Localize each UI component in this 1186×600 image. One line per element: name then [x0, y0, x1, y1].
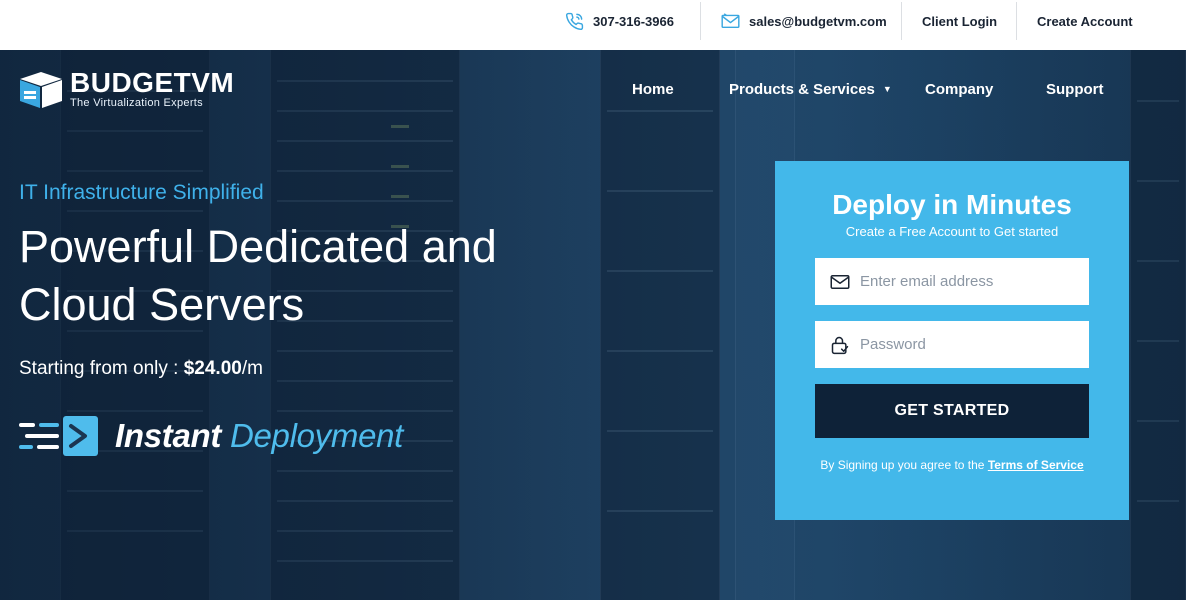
nav-support[interactable]: Support — [1046, 78, 1104, 100]
nav-company-label: Company — [925, 80, 994, 98]
chevron-down-icon: ▼ — [882, 84, 892, 94]
nav-products-services[interactable]: Products & Services ▼ — [729, 78, 892, 100]
terms-of-service-link[interactable]: Terms of Service — [988, 458, 1084, 472]
password-input[interactable] — [860, 336, 1080, 353]
create-account-link[interactable]: Create Account — [1037, 0, 1133, 42]
signup-subtitle: Create a Free Account to Get started — [845, 224, 1059, 239]
phone-link[interactable]: 307-316-3966 — [565, 0, 674, 42]
nav-products-label: Products & Services — [729, 80, 875, 98]
phone-number: 307-316-3966 — [593, 13, 674, 29]
nav-company[interactable]: Company — [925, 78, 993, 100]
instant-word: Instant — [115, 417, 222, 454]
get-started-button[interactable]: GET STARTED — [815, 384, 1089, 438]
email-input[interactable] — [860, 273, 1080, 290]
nav-support-label: Support — [1046, 80, 1104, 98]
password-field-wrapper — [815, 321, 1089, 368]
price-suffix: /m — [241, 358, 263, 379]
starting-price: Starting from only : $24.00/m — [19, 358, 263, 380]
fast-server-icon — [19, 416, 98, 456]
logo-name: BUDGETVM — [70, 67, 235, 98]
price-value: $24.00 — [183, 358, 242, 379]
signup-title: Deploy in Minutes — [832, 189, 1072, 220]
brand-logo[interactable]: BUDGETVM The Virtualization Experts — [18, 67, 235, 109]
nav-home[interactable]: Home — [632, 78, 674, 100]
email-field-wrapper — [815, 258, 1089, 305]
hero-headline: Powerful Dedicated and Cloud Servers — [19, 218, 579, 334]
topbar-divider — [700, 2, 701, 40]
signup-card: Deploy in Minutes Create a Free Account … — [775, 161, 1129, 520]
headline-line-2: Cloud Servers — [19, 279, 305, 330]
client-login-link[interactable]: Client Login — [922, 0, 997, 42]
email-address: sales@budgetvm.com — [749, 13, 887, 29]
price-prefix: Starting from only : — [19, 358, 184, 379]
deployment-word: Deployment — [229, 417, 404, 454]
hero-eyebrow: IT Infrastructure Simplified — [19, 181, 264, 204]
lock-icon — [831, 336, 849, 354]
terms-notice: By Signing up you agree to the Terms of … — [775, 458, 1129, 472]
logo-tagline: The Virtualization Experts — [70, 97, 203, 109]
phone-icon — [565, 12, 584, 30]
top-utility-bar: 307-316-3966 sales@budgetvm.com Client L… — [0, 0, 1186, 50]
headline-line-1: Powerful Dedicated and — [19, 221, 497, 272]
envelope-icon — [721, 13, 740, 29]
nav-home-label: Home — [632, 80, 674, 98]
instant-deployment-badge: Instant Deployment — [19, 414, 403, 458]
cube-logo-icon — [20, 71, 62, 108]
terms-prefix: By Signing up you agree to the — [820, 458, 988, 472]
email-link[interactable]: sales@budgetvm.com — [721, 0, 887, 42]
topbar-divider — [1016, 2, 1017, 40]
envelope-icon — [830, 274, 850, 289]
topbar-divider — [901, 2, 902, 40]
